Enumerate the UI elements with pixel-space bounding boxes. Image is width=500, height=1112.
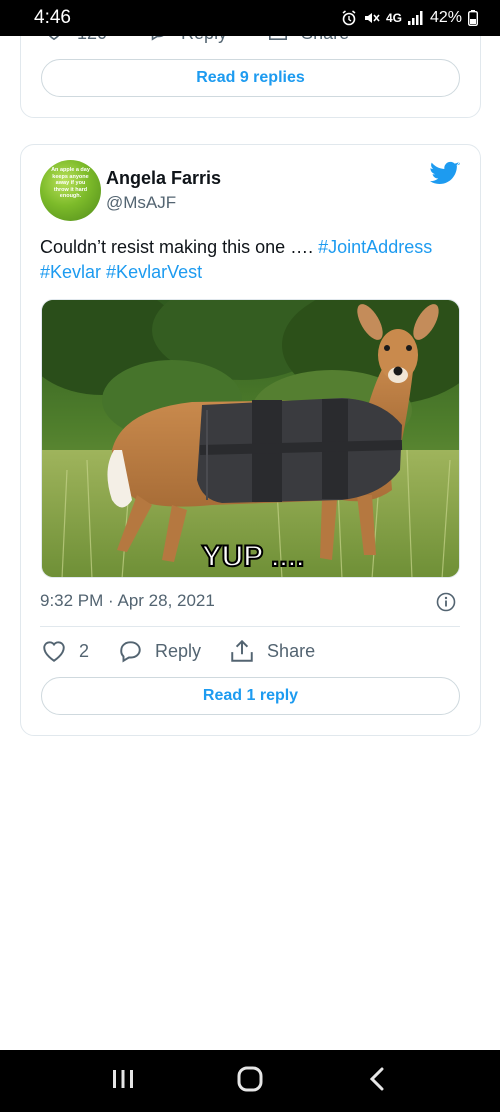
divider — [40, 626, 460, 627]
hashtag-jointaddress[interactable]: #JointAddress — [318, 237, 432, 257]
mute-icon — [363, 10, 380, 26]
avatar-text: An apple a day keeps anyone away if you … — [51, 167, 90, 200]
home-button[interactable] — [220, 1056, 280, 1106]
battery-label: 42% — [429, 9, 462, 26]
home-icon — [237, 1066, 263, 1097]
status-bar: 4:46 4G 42% — [0, 0, 500, 36]
share-label: Share — [267, 640, 316, 661]
tweet-timestamp[interactable]: 9:32 PM · Apr 28, 2021 — [40, 591, 215, 611]
image-caption: YUP .... — [202, 540, 305, 573]
share-button[interactable]: Share — [229, 639, 315, 663]
reply-button[interactable]: Reply — [117, 639, 201, 663]
like-count: 2 — [79, 640, 90, 661]
tweet-text: Couldn’t resist making this one …. #Join… — [40, 235, 460, 285]
avatar[interactable]: An apple a day keeps anyone away if you … — [40, 160, 101, 221]
twitter-bird-icon[interactable] — [430, 161, 460, 192]
alarm-icon — [341, 10, 357, 26]
status-icons: 4G 42% — [341, 9, 478, 27]
tweet-image[interactable]: YUP .... — [41, 299, 460, 578]
hashtag-kevlarvest[interactable]: #KevlarVest — [106, 262, 202, 282]
signal-icon — [407, 11, 424, 25]
network-label: 4G — [385, 11, 402, 25]
like-button[interactable]: 2 — [41, 639, 89, 663]
navigation-bar — [0, 1050, 500, 1112]
recents-button[interactable] — [93, 1056, 153, 1106]
back-icon — [368, 1066, 386, 1097]
tweet-actions: 2 Reply Share — [41, 639, 343, 663]
reply-label: Reply — [155, 640, 202, 661]
heart-icon — [41, 639, 67, 663]
read-replies-button-previous[interactable]: Read 9 replies — [41, 59, 460, 97]
reply-icon — [117, 639, 143, 663]
recents-icon — [111, 1068, 135, 1095]
battery-icon — [468, 10, 478, 26]
hashtag-kevlar[interactable]: #Kevlar — [40, 262, 101, 282]
tweet-body: Couldn’t resist making this one …. — [40, 237, 314, 257]
back-button[interactable] — [347, 1056, 407, 1106]
author-handle[interactable]: @MsAJF — [106, 193, 176, 213]
read-replies-button[interactable]: Read 1 reply — [41, 677, 460, 715]
share-icon — [229, 639, 255, 663]
info-icon[interactable] — [436, 592, 456, 617]
tweet-card[interactable]: An apple a day keeps anyone away if you … — [20, 144, 481, 736]
author-name[interactable]: Angela Farris — [106, 168, 221, 189]
status-time: 4:46 — [34, 7, 71, 28]
